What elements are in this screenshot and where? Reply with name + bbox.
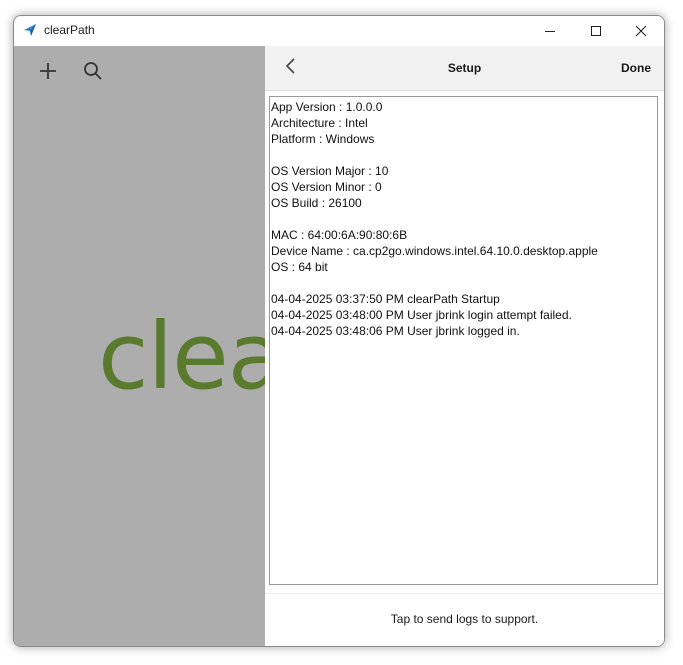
log-line: OS Build : 26100 [271,196,362,210]
window-title: clearPath [44,23,95,37]
log-text-area[interactable]: App Version : 1.0.0.0 Architecture : Inte… [269,96,658,585]
page-title: Setup [447,61,482,75]
log-line: Architecture : Intel [271,116,368,130]
log-line: 04-04-2025 03:48:00 PM User jbrink login… [271,308,572,322]
log-line: OS Version Major : 10 [271,164,389,178]
add-icon[interactable] [36,59,60,83]
log-line: OS Version Minor : 0 [271,180,382,194]
left-pane: clear [14,46,265,646]
app-logo-icon [23,23,37,37]
setup-header: Setup Done [265,46,664,91]
close-icon [635,25,647,37]
log-line: Device Name : ca.cp2go.windows.intel.64.… [271,244,598,258]
minimize-button[interactable] [527,16,573,46]
maximize-button[interactable] [573,16,619,46]
app-window: clearPath cle Setup Done App Version: 1… [13,15,665,647]
setup-panel: Setup Done App Version : 1.0.0.0 Architec… [265,46,664,646]
minimize-icon [544,25,556,37]
done-button[interactable]: Done [621,61,651,75]
log-line: Platform : Windows [271,132,375,146]
log-line: MAC : 64:00:6A:90:80:6B [271,228,408,242]
footer: Tap to send logs to support. [265,593,664,646]
log-line: 04-04-2025 03:37:50 PM clearPath Startup [271,292,500,306]
title-bar[interactable]: clearPath [14,16,664,46]
search-icon[interactable] [81,59,105,83]
clearpath-logo-text: clear [98,303,265,410]
log-line: OS : 64 bit [271,260,328,274]
send-logs-button[interactable]: Tap to send logs to support. [265,612,664,626]
log-line: 04-04-2025 03:48:06 PM User jbrink logge… [271,324,520,338]
close-button[interactable] [618,16,664,46]
log-line: App Version : 1.0.0.0 [271,100,383,114]
maximize-icon [590,25,602,37]
